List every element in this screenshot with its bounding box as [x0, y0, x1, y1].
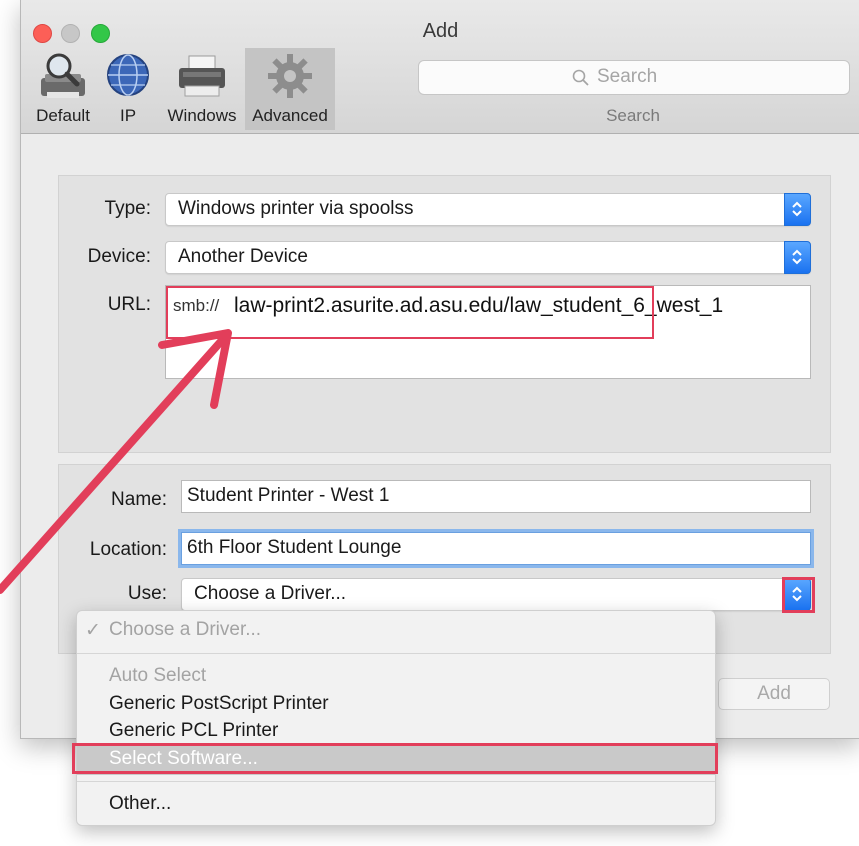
select-software-highlight-box — [72, 743, 718, 774]
toolbar-default-label: Default — [36, 106, 90, 125]
chevron-updown-icon — [792, 249, 802, 265]
menu-separator — [77, 781, 715, 782]
menu-item-other[interactable]: Other... — [109, 793, 171, 815]
search-icon — [572, 69, 590, 92]
toolbar-default-button[interactable]: Default — [29, 48, 97, 130]
gear-icon — [266, 52, 314, 105]
chevron-updown-icon — [792, 201, 802, 217]
ip-globe-icon — [105, 52, 151, 103]
menu-item-generic-postscript[interactable]: Generic PostScript Printer — [109, 693, 329, 715]
url-label: URL: — [107, 294, 151, 315]
default-printer-icon — [37, 52, 89, 107]
use-label: Use: — [127, 583, 167, 604]
location-field[interactable]: 6th Floor Student Lounge — [181, 532, 811, 565]
location-value: 6th Floor Student Lounge — [187, 537, 402, 558]
window-title: Add — [422, 20, 459, 42]
type-popup[interactable]: Windows printer via spoolss — [165, 193, 811, 226]
search-placeholder: Search — [597, 66, 658, 87]
menu-item-generic-pcl[interactable]: Generic PCL Printer — [109, 720, 278, 742]
toolbar-advanced-label: Advanced — [252, 106, 328, 125]
url-highlight-box — [166, 286, 654, 339]
windows-printer-icon — [175, 52, 229, 105]
device-popup-stepper[interactable] — [784, 241, 811, 274]
search-caption: Search — [606, 106, 660, 125]
use-value: Choose a Driver... — [194, 583, 347, 604]
menu-separator — [77, 653, 715, 654]
driver-dropdown-menu: ✓ Choose a Driver... Auto Select Generic… — [76, 610, 716, 826]
menu-item-choose-driver[interactable]: Choose a Driver... — [109, 619, 261, 641]
name-value: Student Printer - West 1 — [187, 485, 390, 506]
toolbar-ip-label: IP — [119, 106, 137, 125]
toolbar-windows-button[interactable]: Windows — [161, 48, 243, 130]
name-label: Name: — [111, 489, 167, 510]
device-label: Device: — [87, 246, 151, 267]
menu-item-auto-select: Auto Select — [109, 665, 207, 686]
checkmark-icon: ✓ — [85, 620, 101, 641]
type-value: Windows printer via spoolss — [178, 198, 414, 219]
add-button[interactable]: Add — [718, 678, 830, 710]
use-driver-popup[interactable]: Choose a Driver... — [181, 578, 811, 611]
toolbar-ip-button[interactable]: IP — [103, 48, 153, 130]
type-label: Type: — [104, 198, 151, 219]
toolbar-windows-label: Windows — [167, 106, 237, 125]
location-label: Location: — [89, 539, 167, 560]
device-popup[interactable]: Another Device — [165, 241, 811, 274]
toolbar: Add Default IP Windows Advanced Search S… — [21, 0, 859, 134]
search-field[interactable]: Search — [418, 60, 850, 95]
type-popup-stepper[interactable] — [784, 193, 811, 226]
toolbar-advanced-button[interactable]: Advanced — [245, 48, 335, 130]
stepper-highlight-box — [782, 577, 815, 613]
name-field[interactable]: Student Printer - West 1 — [181, 480, 811, 513]
device-value: Another Device — [178, 246, 308, 267]
